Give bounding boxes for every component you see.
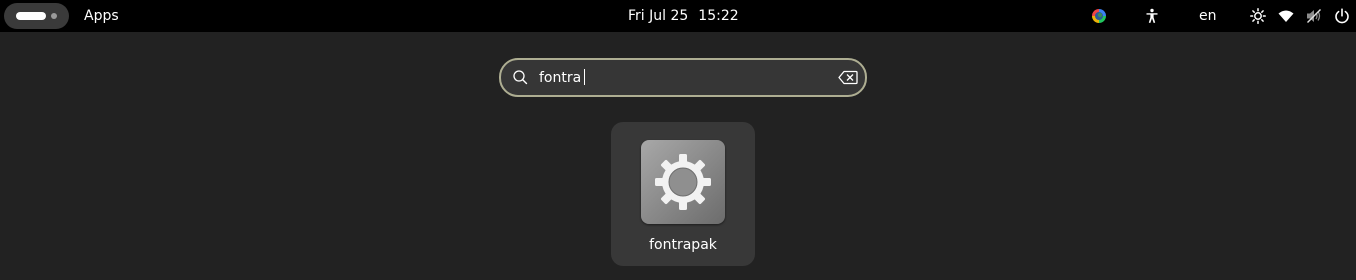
power-icon[interactable] <box>1334 8 1350 24</box>
search-icon <box>512 69 529 86</box>
search-input[interactable] <box>539 68 819 88</box>
apps-menu[interactable]: Apps <box>84 7 119 25</box>
accessibility-icon[interactable] <box>1144 8 1160 24</box>
activities-button[interactable] <box>4 3 69 29</box>
app-result-label: fontrapak <box>649 237 717 253</box>
time-label: 15:22 <box>698 8 739 24</box>
gear-icon <box>641 140 725 224</box>
brightness-icon[interactable] <box>1250 8 1266 24</box>
workspace-indicator-dot <box>51 13 57 19</box>
wifi-icon[interactable] <box>1278 8 1294 24</box>
color-wheel-icon[interactable] <box>1091 8 1107 24</box>
keyboard-layout-indicator[interactable]: en <box>1199 7 1217 25</box>
app-result-fontrapak[interactable]: fontrapak <box>611 122 755 266</box>
search-box[interactable] <box>499 58 867 97</box>
date-time-menu[interactable]: Fri Jul 25 15:22 <box>628 7 739 25</box>
date-label: Fri Jul 25 <box>628 8 689 24</box>
top-bar: Apps Fri Jul 25 15:22 en <box>0 0 1356 32</box>
text-cursor <box>584 69 585 85</box>
volume-muted-icon[interactable] <box>1306 8 1322 24</box>
workspace-indicator-active <box>16 12 46 20</box>
clear-text-icon[interactable] <box>838 70 858 85</box>
